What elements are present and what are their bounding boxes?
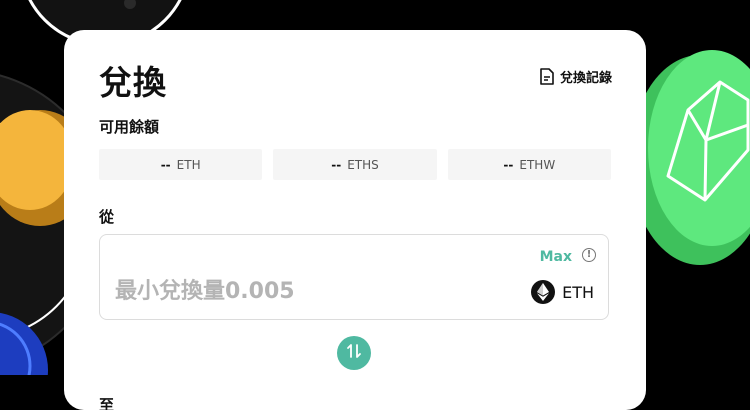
balance-token: ETHS bbox=[347, 157, 379, 172]
exchange-history-label: 兌換記錄 bbox=[559, 71, 612, 86]
exchange-history-button[interactable]: 兌換記錄 bbox=[540, 67, 612, 86]
from-input-box: Max ! ETH bbox=[99, 234, 609, 320]
balance-value: -- bbox=[503, 157, 514, 172]
amount-input[interactable] bbox=[113, 278, 417, 305]
balance-token: ETHW bbox=[519, 157, 556, 172]
info-icon[interactable]: ! bbox=[582, 248, 596, 262]
balance-item-eth: -- ETH bbox=[99, 149, 263, 180]
exchange-card: 兌換 兌換記錄 可用餘額 -- ETH -- ETHS -- ETHW 從 Ma… bbox=[64, 30, 646, 410]
token-label: ETH bbox=[562, 282, 594, 302]
ethereum-icon bbox=[531, 280, 556, 304]
token-selector[interactable]: ETH bbox=[531, 280, 594, 304]
balance-token: ETH bbox=[176, 157, 201, 172]
balance-list: -- ETH -- ETHS -- ETHW bbox=[99, 149, 611, 180]
balance-value: -- bbox=[331, 157, 342, 172]
page-title: 兌換 bbox=[99, 63, 167, 102]
from-label: 從 bbox=[99, 208, 115, 226]
swap-direction-button[interactable] bbox=[337, 336, 371, 370]
balance-item-eths: -- ETHS bbox=[273, 149, 437, 180]
balance-value: -- bbox=[160, 157, 171, 172]
swap-arrows-icon bbox=[346, 343, 362, 363]
balance-item-ethw: -- ETHW bbox=[447, 149, 611, 180]
max-button[interactable]: Max bbox=[540, 249, 572, 265]
to-label: 至 bbox=[99, 396, 115, 410]
document-icon bbox=[540, 68, 554, 85]
available-balance-label: 可用餘額 bbox=[99, 118, 160, 136]
